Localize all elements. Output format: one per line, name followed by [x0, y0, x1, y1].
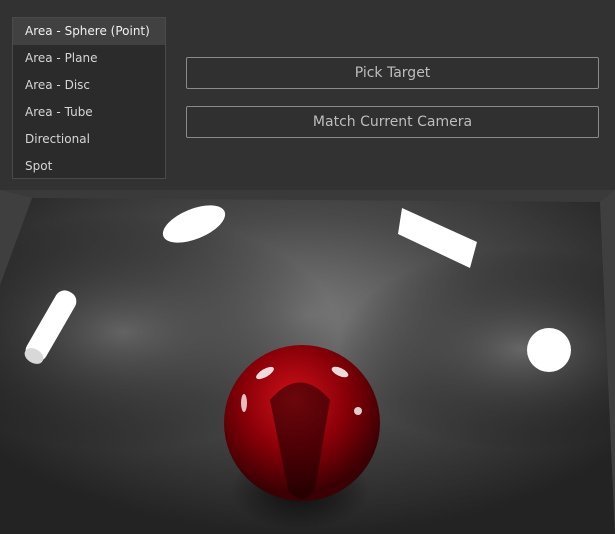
light-type-option-sphere[interactable]: Area - Sphere (Point) — [13, 18, 165, 45]
light-type-dropdown-list[interactable]: Area - Sphere (Point) Area - Plane Area … — [12, 17, 166, 179]
light-type-option-spot[interactable]: Spot — [13, 153, 165, 180]
light-settings-panel: Area - Sphere (Point) Area - Plane Area … — [0, 0, 615, 190]
light-type-option-disc[interactable]: Area - Disc — [13, 72, 165, 99]
match-current-camera-button[interactable]: Match Current Camera — [186, 106, 599, 138]
pick-target-button[interactable]: Pick Target — [186, 57, 599, 89]
light-type-option-tube[interactable]: Area - Tube — [13, 99, 165, 126]
sphere-light — [527, 328, 571, 372]
3d-viewport[interactable] — [0, 190, 615, 534]
light-type-option-plane[interactable]: Area - Plane — [13, 45, 165, 72]
viewport-scene — [0, 190, 615, 534]
light-type-option-directional[interactable]: Directional — [13, 126, 165, 153]
